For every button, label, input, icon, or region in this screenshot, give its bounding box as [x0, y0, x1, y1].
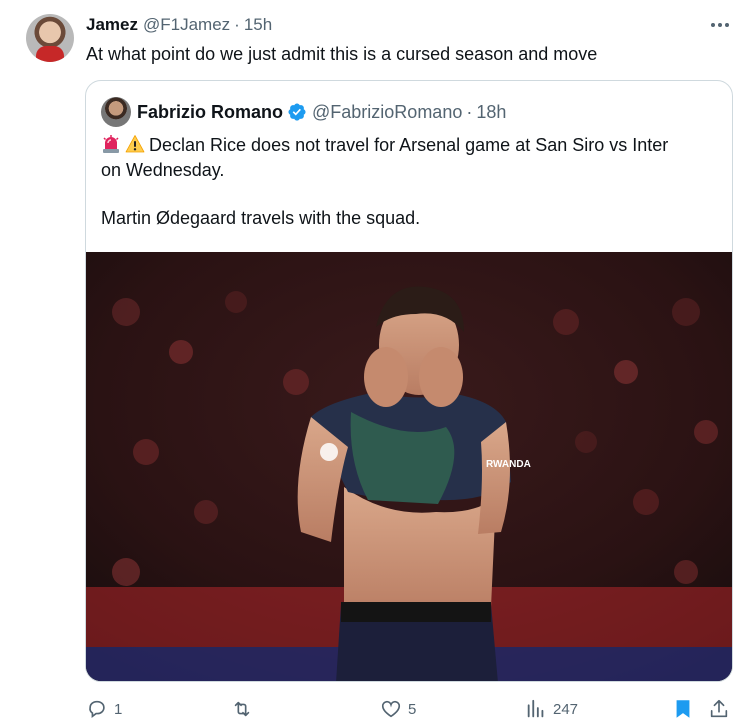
- views-count: 247: [553, 700, 579, 718]
- quote-text-line-1: Declan Rice does not travel for Arsenal …: [101, 133, 716, 158]
- quote-author-name[interactable]: Fabrizio Romano: [137, 102, 283, 123]
- like-count: 5: [408, 700, 417, 718]
- reply-count: 1: [114, 700, 123, 718]
- like-button[interactable]: 5: [380, 698, 416, 720]
- player-photo-illustration: RWANDA: [86, 252, 732, 681]
- tweet-time[interactable]: 15h: [244, 15, 272, 35]
- quote-text-line-3: Martin Ødegaard travels with the squad.: [101, 208, 421, 228]
- siren-emoji-icon: [103, 135, 119, 153]
- warning-emoji-icon: [125, 135, 145, 153]
- bookmark-icon: [676, 700, 690, 718]
- separator-dot: ·: [234, 15, 240, 34]
- verified-badge-icon: [288, 103, 306, 121]
- more-options-icon[interactable]: [708, 15, 732, 35]
- tweet-actions: 1 5 247: [0, 698, 752, 723]
- quote-time[interactable]: 18h: [476, 102, 506, 123]
- views-button[interactable]: 247: [525, 698, 578, 720]
- share-icon: [710, 699, 728, 718]
- tweet-text: At what point do we just admit this is a…: [86, 44, 598, 64]
- tweet-header: Jamez @F1Jamez · 15h: [86, 14, 272, 36]
- quote-separator-dot: ·: [466, 101, 473, 122]
- retweet-button[interactable]: [231, 698, 259, 720]
- reply-icon: [89, 700, 105, 718]
- quote-author-avatar[interactable]: [101, 97, 131, 127]
- heart-icon: [381, 700, 401, 718]
- quoted-tweet[interactable]: Fabrizio Romano @FabrizioRomano · 18h De…: [85, 80, 733, 682]
- quote-author-handle[interactable]: @FabrizioRomano: [312, 102, 462, 123]
- quote-photo[interactable]: RWANDA: [86, 252, 732, 681]
- author-name[interactable]: Jamez: [86, 15, 138, 35]
- retweet-icon: [234, 701, 250, 717]
- bookmark-button[interactable]: [672, 698, 694, 720]
- author-handle[interactable]: @F1Jamez: [143, 15, 230, 35]
- reply-button[interactable]: 1: [86, 698, 122, 720]
- share-button[interactable]: [708, 698, 730, 720]
- quote-text: Declan Rice does not travel for Arsenal …: [101, 133, 716, 231]
- analytics-icon: [527, 699, 544, 718]
- quote-header: Fabrizio Romano @FabrizioRomano · 18h: [137, 100, 506, 124]
- shirt-sponsor-text: RWANDA: [486, 459, 531, 470]
- tweet[interactable]: Jamez @F1Jamez · 15h At what point do we…: [0, 0, 752, 723]
- quote-text-line-1-text: Declan Rice does not travel for Arsenal …: [149, 135, 669, 155]
- quote-text-line-2: on Wednesday.: [101, 160, 225, 180]
- author-avatar[interactable]: [26, 14, 74, 62]
